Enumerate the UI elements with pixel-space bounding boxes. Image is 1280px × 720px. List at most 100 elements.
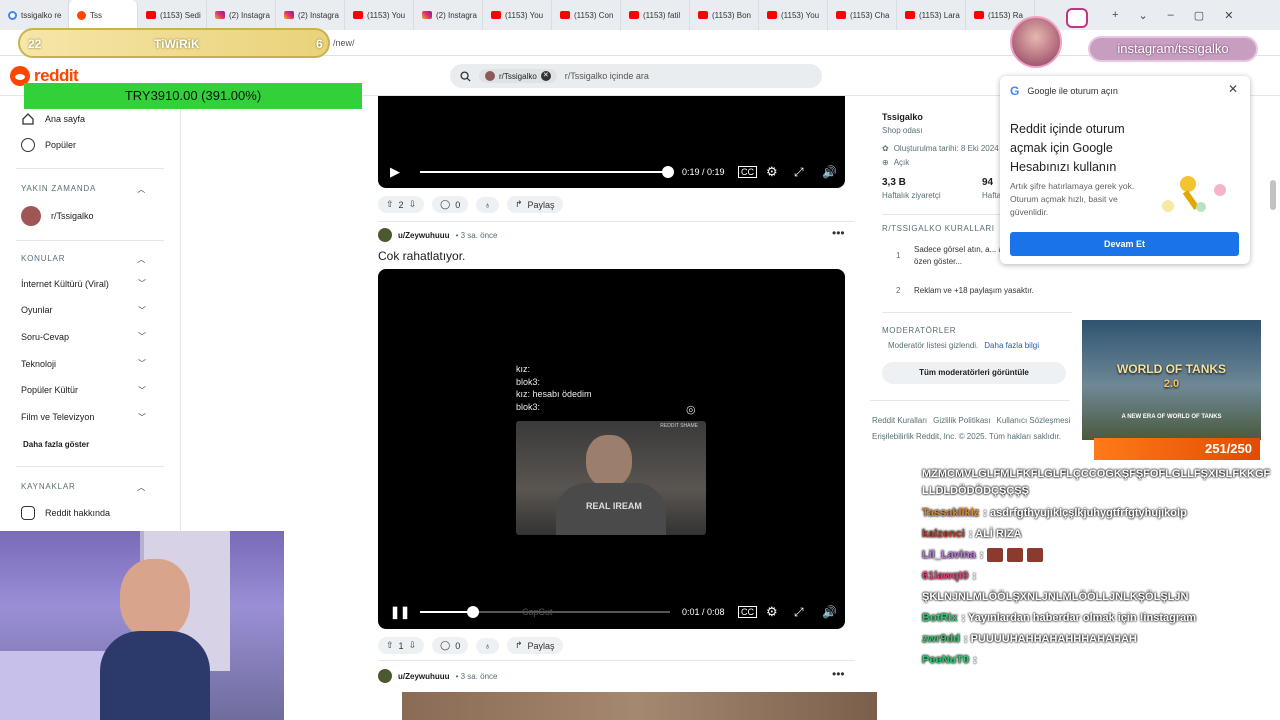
browser-tab[interactable]: (2) Instagra <box>207 0 276 30</box>
google-popup-header: Google ile oturum açın <box>1027 86 1118 96</box>
scrollbar-thumb[interactable] <box>1270 180 1276 210</box>
world-of-tanks-ad[interactable]: WORLD OF TANKS 2.0 A NEW ERA OF WORLD OF… <box>1082 320 1261 440</box>
view-all-mods-button[interactable]: Tüm moderatörleri görüntüle <box>882 362 1066 384</box>
fullscreen-icon[interactable]: ⤢ <box>794 605 804 620</box>
post2-title[interactable]: Cok rahatlatıyor. <box>378 249 465 263</box>
resources-section-header[interactable]: KAYNAKLAR ︿ <box>21 482 146 493</box>
post1-video[interactable]: ▶ 0:19 / 0:19 CC ⚙ ⤢ 🔊 <box>378 96 845 188</box>
footer-link[interactable]: Gizlilik Politikası <box>933 416 990 425</box>
pause-icon[interactable]: ❚❚ <box>390 605 410 619</box>
post1-progress-knob[interactable] <box>662 166 674 178</box>
footer-link[interactable]: Kullanıcı Sözleşmesi <box>996 416 1070 425</box>
browser-tab[interactable]: (1153) You <box>345 0 414 30</box>
post2-award[interactable]: ♁ <box>476 637 499 654</box>
topics-section-header[interactable]: KONULAR ︿ <box>21 254 146 265</box>
post3-more-icon[interactable]: ••• <box>832 667 845 681</box>
subreddit-chip[interactable]: r/Tssigalko ✕ <box>479 69 557 83</box>
browser-tab[interactable]: (1153) You <box>483 0 552 30</box>
post2-progress-knob[interactable] <box>466 606 479 618</box>
award-icon: ♁ <box>484 199 491 210</box>
post2-more-icon[interactable]: ••• <box>832 226 845 240</box>
volume-icon[interactable]: 🔊 <box>822 605 837 619</box>
topic-item[interactable]: İnternet Kültürü (Viral) ﹀ <box>21 278 146 289</box>
post1-progress-track[interactable] <box>420 171 668 173</box>
browser-tab[interactable]: (1153) Sedi <box>138 0 207 30</box>
browser-tab[interactable]: (1153) Bon <box>690 0 759 30</box>
post2-comments[interactable]: ◯ 0 <box>432 637 469 654</box>
topic-item[interactable]: Oyunlar ﹀ <box>21 305 146 316</box>
new-tab-icon[interactable]: + <box>1112 9 1118 21</box>
search-bar[interactable]: r/Tssigalko ✕ r/Tssigalko içinde ara <box>450 64 822 88</box>
show-more-label: Daha fazla göster <box>23 440 90 449</box>
continue-button[interactable]: Devam Et <box>1010 232 1239 256</box>
chat-username[interactable]: 61lawqt0 <box>922 570 968 582</box>
nav-about-label: Reddit hakkında <box>45 508 111 518</box>
browser-tab[interactable]: tssigalko re <box>0 0 69 30</box>
downvote-icon[interactable]: ⇩ <box>409 199 417 210</box>
maximize-icon[interactable]: ▢ <box>1194 9 1204 22</box>
chat-username[interactable]: Lil_Lavina <box>922 549 976 561</box>
browser-tab[interactable]: (1153) Lara <box>897 0 966 30</box>
volume-icon[interactable]: 🔊 <box>822 165 837 179</box>
rule2-text[interactable]: Reklam ve +18 paylaşım yasaktır. <box>914 286 1034 295</box>
nav-about-reddit[interactable]: Reddit hakkında <box>21 506 110 520</box>
browser-tab[interactable]: (2) Instagra <box>276 0 345 30</box>
post2-username[interactable]: u/Zeywuhuuu <box>398 231 450 240</box>
upvote-icon[interactable]: ⇧ <box>386 199 394 210</box>
upvote-icon[interactable]: ⇧ <box>386 640 394 651</box>
donation-bar: TRY3910.00 (391.00%) <box>24 83 362 109</box>
topic-item[interactable]: Teknoloji ﹀ <box>21 358 146 369</box>
fullscreen-icon[interactable]: ⤢ <box>794 165 804 180</box>
post1-comments[interactable]: ◯ 0 <box>432 196 469 213</box>
award-icon: ♁ <box>484 640 491 651</box>
post2-meta: u/Zeywuhuuu • 3 sa. önce <box>378 228 498 242</box>
user-avatar[interactable] <box>378 669 392 683</box>
play-icon[interactable]: ▶ <box>390 164 400 180</box>
post1-share[interactable]: ↱ Paylaş <box>506 196 563 213</box>
post2-video[interactable]: kız: blok3: kız: hesabı ödedim blok3: ◎ RED… <box>378 269 845 629</box>
recent-item-tssigalko[interactable]: r/Tssigalko <box>21 206 94 226</box>
settings-gear-icon[interactable]: ⚙ <box>766 164 778 180</box>
post3-username[interactable]: u/Zeywuhuuu <box>398 672 450 681</box>
browser-tab[interactable]: (2) Instagra <box>414 0 483 30</box>
browser-tab[interactable]: (1153) Cha <box>828 0 897 30</box>
chip-close-icon[interactable]: ✕ <box>540 71 551 81</box>
minimize-icon[interactable]: – <box>1168 9 1174 21</box>
chat-username[interactable]: zwr9dd <box>922 633 960 645</box>
post3-media-preview[interactable] <box>402 692 877 720</box>
browser-tab[interactable]: (1153) fatil <box>621 0 690 30</box>
chevron-down-icon: ﹀ <box>138 385 146 395</box>
chat-username[interactable]: BotRix <box>922 612 957 624</box>
close-icon[interactable]: ✕ <box>1228 82 1238 96</box>
user-avatar[interactable] <box>378 228 392 242</box>
post2-vote[interactable]: ⇧ 1 ⇩ <box>378 637 425 654</box>
chat-username[interactable]: kalzenci <box>922 528 965 540</box>
bed <box>0 651 110 720</box>
post1-vote[interactable]: ⇧ 2 ⇩ <box>378 196 425 213</box>
captions-icon[interactable]: CC <box>738 606 757 618</box>
nav-home[interactable]: Ana sayfa <box>21 112 85 126</box>
recent-section-header[interactable]: YAKIN ZAMANDA ︿ <box>21 184 146 195</box>
captions-icon[interactable]: CC <box>738 166 757 178</box>
browser-tab[interactable]: (1153) Con <box>552 0 621 30</box>
topic-item[interactable]: Popüler Kültür ﹀ <box>21 385 146 396</box>
settings-gear-icon[interactable]: ⚙ <box>766 604 778 620</box>
mods-more-link[interactable]: Daha fazla bilgi <box>984 341 1039 350</box>
downvote-icon[interactable]: ⇩ <box>409 640 417 651</box>
footer-link[interactable]: Reddit Kuralları <box>872 416 927 425</box>
show-more-link[interactable]: Daha fazla göster <box>23 440 89 449</box>
instagram-icon <box>422 11 432 19</box>
browser-tab[interactable]: Tss <box>69 0 138 30</box>
browser-tab[interactable]: (1153) You <box>759 0 828 30</box>
stream-top-bar: 22 TiWiRiK 6 <box>18 28 330 58</box>
tab-list-icon[interactable]: ⌄ <box>1138 9 1147 22</box>
topic-item[interactable]: Soru-Cevap ﹀ <box>21 331 146 342</box>
nav-popular[interactable]: Popüler <box>21 138 76 152</box>
post2-share[interactable]: ↱ Paylaş <box>506 637 563 654</box>
visibility-label: Açık <box>893 158 910 167</box>
close-window-icon[interactable]: ✕ <box>1224 9 1233 22</box>
post1-award[interactable]: ♁ <box>476 196 499 213</box>
topic-item[interactable]: Film ve Televizyon ﹀ <box>21 412 146 423</box>
chat-username[interactable]: PeeNuT0 <box>922 654 969 666</box>
chat-username[interactable]: Tassaklikiz <box>922 507 979 519</box>
